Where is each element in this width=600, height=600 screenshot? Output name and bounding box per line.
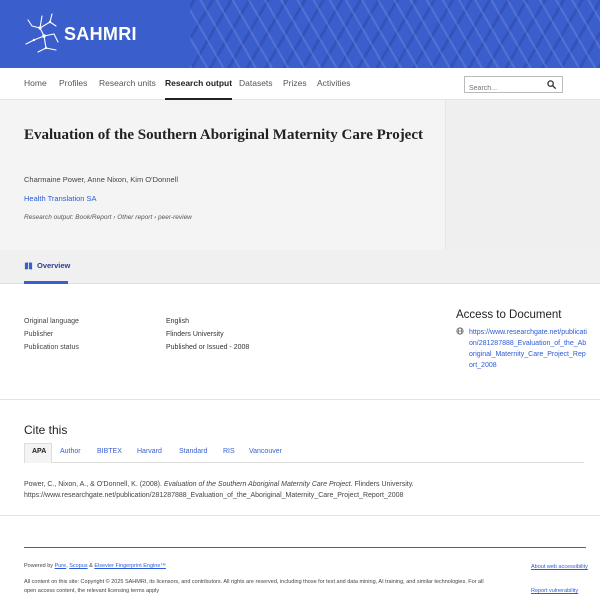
detail-value-status: Published or Issued - 2008 xyxy=(166,344,250,351)
cite-tabs: APA Author BIBTEX Harvard Standard RIS V… xyxy=(24,443,584,463)
pure-link[interactable]: Pure xyxy=(55,563,67,569)
logo-mark-icon xyxy=(25,13,59,53)
nav-home[interactable]: Home xyxy=(24,78,47,88)
page-title: Evaluation of the Southern Aboriginal Ma… xyxy=(24,127,423,143)
organisation-link[interactable]: Health Translation SA xyxy=(24,194,97,203)
cite-tab-harvard[interactable]: Harvard xyxy=(137,448,162,455)
tab-active-indicator xyxy=(24,281,68,284)
nav-research-output[interactable]: Research output xyxy=(165,78,233,100)
search-box xyxy=(464,76,563,96)
detail-value-language: English xyxy=(166,318,189,325)
footer-copyright: All content on this site: Copyright © 20… xyxy=(24,579,484,594)
cite-tab-vancouver[interactable]: Vancouver xyxy=(249,448,282,455)
search-input[interactable] xyxy=(465,81,543,96)
title-side-panel xyxy=(445,100,600,250)
tabs-bar xyxy=(0,250,600,284)
tab-overview-label: Overview xyxy=(37,261,71,270)
citation-text: Power, C., Nixon, A., & O'Donnell, K. (2… xyxy=(24,479,584,501)
powered-prefix: Powered by xyxy=(24,563,55,569)
cite-tab-bibtex[interactable]: BIBTEX xyxy=(97,448,122,455)
cite-tab-author[interactable]: Author xyxy=(60,448,81,455)
logo[interactable]: SAHMRI xyxy=(22,12,137,56)
detail-label-language: Original language xyxy=(24,318,79,325)
detail-value-publisher: Flinders University xyxy=(166,331,224,338)
tab-overview[interactable]: Overview xyxy=(24,261,70,270)
access-document-link[interactable]: https://www.researchgate.net/publication… xyxy=(469,327,587,371)
book-icon xyxy=(24,262,33,270)
nav-prizes[interactable]: Prizes xyxy=(283,78,307,88)
scopus-link[interactable]: Scopus xyxy=(69,563,87,569)
access-title: Access to Document xyxy=(456,309,562,321)
detail-label-status: Publication status xyxy=(24,344,79,351)
globe-icon xyxy=(456,327,464,335)
search-icon[interactable] xyxy=(547,80,556,89)
logo-text: SAHMRI xyxy=(64,23,137,44)
cite-tab-apa[interactable]: APA xyxy=(32,448,46,455)
section-divider xyxy=(0,515,600,516)
fingerprint-engine-link[interactable]: Elsevier Fingerprint Engine™ xyxy=(94,563,166,569)
citation-url: https://www.researchgate.net/publication… xyxy=(24,492,404,499)
citation-prefix: Power, C., Nixon, A., & O'Donnell, K. (2… xyxy=(24,481,164,488)
cite-title: Cite this xyxy=(24,423,68,437)
footer-rule xyxy=(24,547,586,548)
accessibility-link[interactable]: About web accessibility xyxy=(531,563,591,572)
authors: Charmaine Power, Anne Nixon, Kim O'Donne… xyxy=(24,175,179,184)
citation-suffix: Flinders University. xyxy=(352,481,414,488)
cite-tab-standard[interactable]: Standard xyxy=(179,448,207,455)
header-banner: SAHMRI xyxy=(0,0,600,68)
footer-powered-by: Powered by Pure, Scopus & Elsevier Finge… xyxy=(24,563,166,569)
output-type: Research output: Book/Report › Other rep… xyxy=(24,214,192,221)
banner-pattern xyxy=(190,0,600,68)
vulnerability-link[interactable]: Report vulnerability xyxy=(531,587,591,596)
section-divider xyxy=(0,399,600,400)
nav-activities[interactable]: Activities xyxy=(317,78,351,88)
nav-datasets[interactable]: Datasets xyxy=(239,78,273,88)
citation-title: Evaluation of the Southern Aboriginal Ma… xyxy=(163,481,353,488)
detail-label-publisher: Publisher xyxy=(24,331,54,338)
nav-profiles[interactable]: Profiles xyxy=(59,78,87,88)
nav-research-units[interactable]: Research units xyxy=(99,78,156,88)
cite-tab-ris[interactable]: RIS xyxy=(223,448,235,455)
